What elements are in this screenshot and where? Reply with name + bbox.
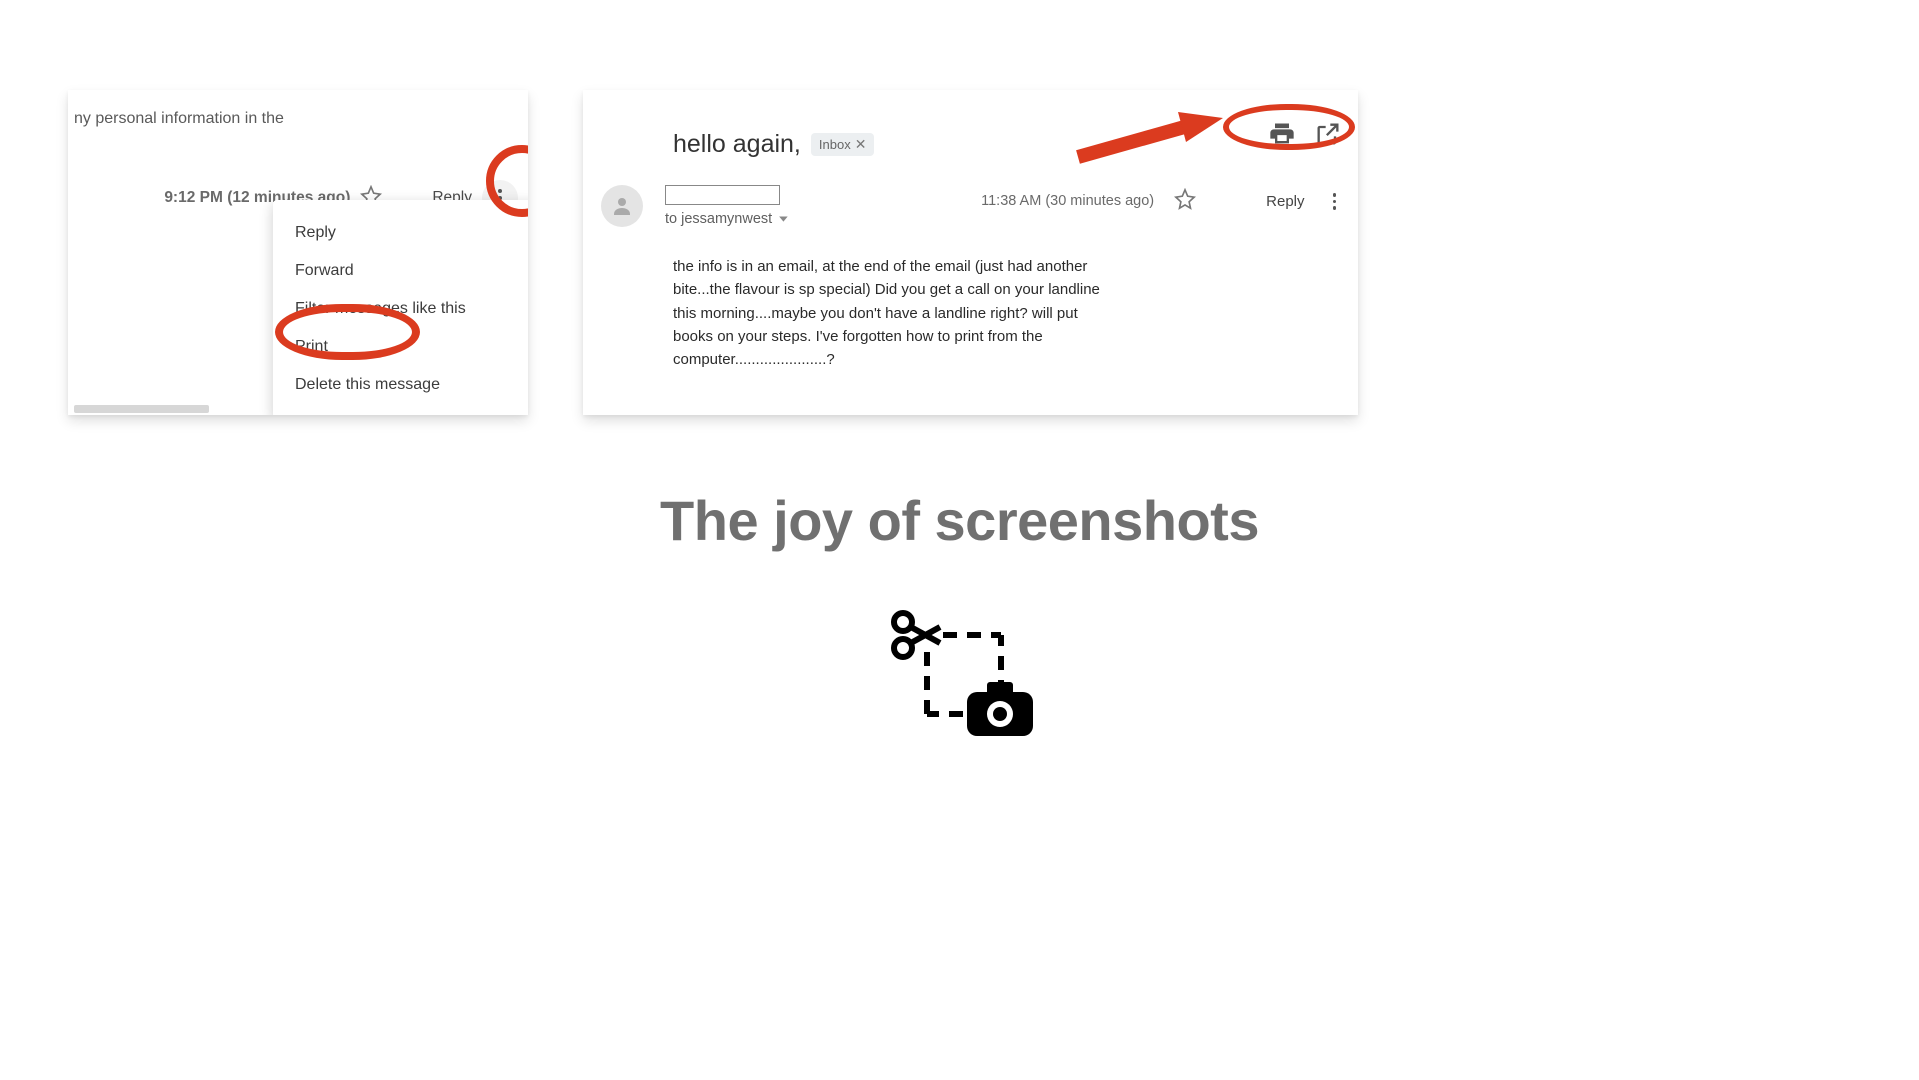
subject-row: hello again, Inbox ✕ — [673, 130, 874, 159]
email-body: the info is in an email, at the end of t… — [673, 255, 1118, 371]
left-screenshot: ny personal information in the 9:12 PM (… — [68, 90, 528, 415]
more-menu-popup: Reply Forward Filter messages like this … — [273, 200, 528, 415]
sender-name-redacted — [665, 185, 780, 205]
person-icon — [610, 194, 634, 218]
sender-row: to jessamynwest ▼ 11:38 AM (30 minutes a… — [601, 185, 1344, 227]
annotation-arrow — [1068, 112, 1228, 182]
slide-title: The joy of screenshots — [660, 488, 1259, 553]
recipient-line[interactable]: to jessamynwest ▼ — [665, 211, 791, 227]
email-action-icons — [1268, 120, 1342, 153]
star-icon[interactable] — [1174, 188, 1196, 215]
chevron-down-icon: ▼ — [776, 214, 790, 224]
partial-ui-bar — [74, 405, 209, 413]
inbox-badge[interactable]: Inbox ✕ — [811, 133, 875, 156]
email-meta-right: 11:38 AM (30 minutes ago) Reply — [981, 185, 1344, 218]
partial-text-fragment: ny personal information in the — [74, 110, 284, 128]
menu-item-forward[interactable]: Forward — [273, 252, 528, 290]
recipient-text: to jessamynwest — [665, 211, 772, 227]
print-icon[interactable] — [1268, 120, 1296, 153]
more-menu-button[interactable] — [1325, 185, 1345, 218]
reply-button[interactable]: Reply — [1266, 193, 1304, 210]
close-icon[interactable]: ✕ — [855, 136, 867, 153]
inbox-badge-label: Inbox — [819, 137, 851, 152]
screenshot-capture-icon — [885, 610, 1035, 745]
email-subject: hello again, — [673, 130, 801, 159]
menu-item-print[interactable]: Print — [273, 328, 528, 366]
email-timestamp-right: 11:38 AM (30 minutes ago) — [981, 193, 1154, 209]
menu-item-reply[interactable]: Reply — [273, 214, 528, 252]
menu-item-delete[interactable]: Delete this message — [273, 366, 528, 404]
right-screenshot: hello again, Inbox ✕ — [583, 90, 1358, 415]
avatar — [601, 185, 643, 227]
popout-icon[interactable] — [1314, 120, 1342, 153]
sender-info: to jessamynwest ▼ — [665, 185, 791, 227]
menu-item-filter[interactable]: Filter messages like this — [273, 290, 528, 328]
